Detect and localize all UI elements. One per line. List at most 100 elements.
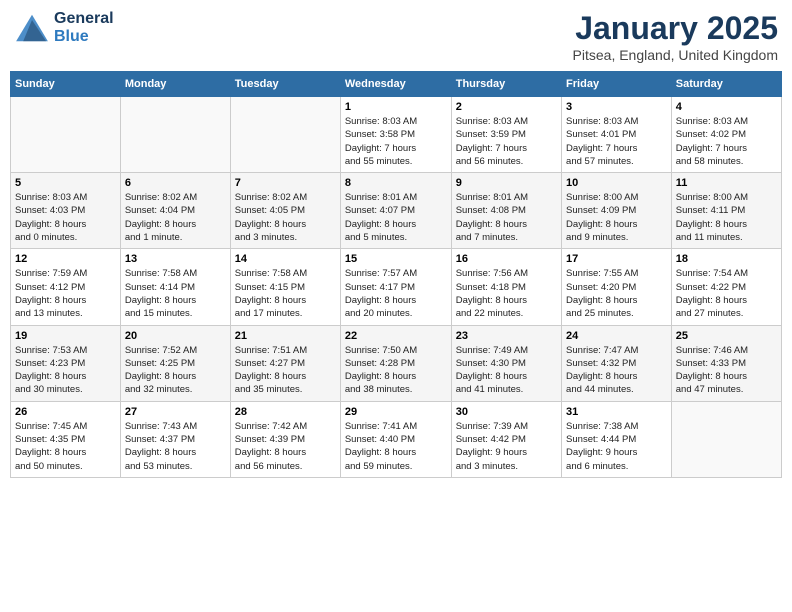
weekday-header-monday: Monday: [120, 72, 230, 97]
calendar-cell: 31Sunrise: 7:38 AMSunset: 4:44 PMDayligh…: [562, 401, 672, 477]
calendar-cell: 2Sunrise: 8:03 AMSunset: 3:59 PMDaylight…: [451, 97, 561, 173]
day-info: Sunrise: 7:51 AMSunset: 4:27 PMDaylight:…: [235, 344, 336, 397]
calendar-cell: 28Sunrise: 7:42 AMSunset: 4:39 PMDayligh…: [230, 401, 340, 477]
weekday-header-wednesday: Wednesday: [340, 72, 451, 97]
day-number: 10: [566, 177, 667, 189]
day-number: 25: [676, 330, 777, 342]
calendar-cell: 8Sunrise: 8:01 AMSunset: 4:07 PMDaylight…: [340, 173, 451, 249]
calendar-cell: [230, 97, 340, 173]
day-info: Sunrise: 7:56 AMSunset: 4:18 PMDaylight:…: [456, 267, 557, 320]
calendar-cell: 18Sunrise: 7:54 AMSunset: 4:22 PMDayligh…: [671, 249, 781, 325]
calendar-cell: 14Sunrise: 7:58 AMSunset: 4:15 PMDayligh…: [230, 249, 340, 325]
calendar-cell: 22 Sunrise: 7:50 AMSunset: 4:28 PMDayligh…: [340, 325, 451, 401]
day-number: 3: [566, 101, 667, 113]
calendar-cell: 16 Sunrise: 7:56 AMSunset: 4:18 PMDayligh…: [451, 249, 561, 325]
day-info: Sunrise: 7:55 AMSunset: 4:20 PMDaylight:…: [566, 267, 667, 320]
calendar-cell: 3 Sunrise: 8:03 AMSunset: 4:01 PMDaylight…: [562, 97, 672, 173]
calendar-table: SundayMondayTuesdayWednesdayThursdayFrid…: [10, 71, 782, 478]
week-row-3: 12 Sunrise: 7:59 AMSunset: 4:12 PMDayligh…: [11, 249, 782, 325]
day-number: 1: [345, 101, 447, 113]
calendar-cell: 12 Sunrise: 7:59 AMSunset: 4:12 PMDayligh…: [11, 249, 121, 325]
day-number: 4: [676, 101, 777, 113]
day-info: Sunrise: 7:58 AMSunset: 4:15 PMDaylight:…: [235, 267, 336, 320]
day-info: Sunrise: 7:45 AMSunset: 4:35 PMDaylight:…: [15, 420, 116, 473]
weekday-header-thursday: Thursday: [451, 72, 561, 97]
day-info: Sunrise: 8:02 AMSunset: 4:04 PMDaylight:…: [125, 191, 226, 244]
day-info: Sunrise: 7:50 AMSunset: 4:28 PMDaylight:…: [345, 344, 447, 397]
day-number: 26: [15, 406, 116, 418]
calendar-cell: 30 Sunrise: 7:39 AMSunset: 4:42 PMDayligh…: [451, 401, 561, 477]
day-info: Sunrise: 7:59 AMSunset: 4:12 PMDaylight:…: [15, 267, 116, 320]
day-info: Sunrise: 8:03 AMSunset: 3:58 PMDaylight:…: [345, 115, 447, 168]
day-info: Sunrise: 7:58 AMSunset: 4:14 PMDaylight:…: [125, 267, 226, 320]
calendar-cell: 29 Sunrise: 7:41 AMSunset: 4:40 PMDayligh…: [340, 401, 451, 477]
day-number: 30: [456, 406, 557, 418]
calendar-cell: [11, 97, 121, 173]
day-number: 16: [456, 253, 557, 265]
day-info: Sunrise: 7:43 AMSunset: 4:37 PMDaylight:…: [125, 420, 226, 473]
day-info: Sunrise: 7:46 AMSunset: 4:33 PMDaylight:…: [676, 344, 777, 397]
day-info: Sunrise: 8:03 AMSunset: 4:03 PMDaylight:…: [15, 191, 116, 244]
day-info: Sunrise: 8:03 AMSunset: 3:59 PMDaylight:…: [456, 115, 557, 168]
logo-text-line1: General: [54, 10, 114, 28]
day-number: 12: [15, 253, 116, 265]
day-number: 7: [235, 177, 336, 189]
day-info: Sunrise: 8:03 AMSunset: 4:02 PMDaylight:…: [676, 115, 777, 168]
logo: General Blue: [14, 10, 114, 47]
calendar-cell: 21 Sunrise: 7:51 AMSunset: 4:27 PMDayligh…: [230, 325, 340, 401]
day-number: 27: [125, 406, 226, 418]
calendar-cell: 7 Sunrise: 8:02 AMSunset: 4:05 PMDaylight…: [230, 173, 340, 249]
day-info: Sunrise: 8:02 AMSunset: 4:05 PMDaylight:…: [235, 191, 336, 244]
day-info: Sunrise: 8:00 AMSunset: 4:09 PMDaylight:…: [566, 191, 667, 244]
weekday-header-saturday: Saturday: [671, 72, 781, 97]
weekday-header-tuesday: Tuesday: [230, 72, 340, 97]
day-info: Sunrise: 7:53 AMSunset: 4:23 PMDaylight:…: [15, 344, 116, 397]
calendar-cell: 24Sunrise: 7:47 AMSunset: 4:32 PMDayligh…: [562, 325, 672, 401]
day-info: Sunrise: 7:42 AMSunset: 4:39 PMDaylight:…: [235, 420, 336, 473]
day-info: Sunrise: 8:01 AMSunset: 4:07 PMDaylight:…: [345, 191, 447, 244]
calendar-cell: 17 Sunrise: 7:55 AMSunset: 4:20 PMDayligh…: [562, 249, 672, 325]
day-info: Sunrise: 7:57 AMSunset: 4:17 PMDaylight:…: [345, 267, 447, 320]
weekday-header-friday: Friday: [562, 72, 672, 97]
day-info: Sunrise: 7:49 AMSunset: 4:30 PMDaylight:…: [456, 344, 557, 397]
month-title: January 2025: [573, 10, 778, 47]
weekday-header-row: SundayMondayTuesdayWednesdayThursdayFrid…: [11, 72, 782, 97]
calendar-cell: 5 Sunrise: 8:03 AMSunset: 4:03 PMDaylight…: [11, 173, 121, 249]
day-info: Sunrise: 7:41 AMSunset: 4:40 PMDaylight:…: [345, 420, 447, 473]
location: Pitsea, England, United Kingdom: [573, 47, 778, 63]
calendar-cell: 11 Sunrise: 8:00 AMSunset: 4:11 PMDayligh…: [671, 173, 781, 249]
calendar-cell: 20Sunrise: 7:52 AMSunset: 4:25 PMDayligh…: [120, 325, 230, 401]
calendar-cell: 4 Sunrise: 8:03 AMSunset: 4:02 PMDaylight…: [671, 97, 781, 173]
day-number: 11: [676, 177, 777, 189]
day-number: 5: [15, 177, 116, 189]
page-header: General Blue January 2025 Pitsea, Englan…: [10, 10, 782, 63]
weekday-header-sunday: Sunday: [11, 72, 121, 97]
week-row-2: 5 Sunrise: 8:03 AMSunset: 4:03 PMDaylight…: [11, 173, 782, 249]
calendar-cell: 13 Sunrise: 7:58 AMSunset: 4:14 PMDayligh…: [120, 249, 230, 325]
day-info: Sunrise: 7:39 AMSunset: 4:42 PMDaylight:…: [456, 420, 557, 473]
day-info: Sunrise: 7:54 AMSunset: 4:22 PMDaylight:…: [676, 267, 777, 320]
day-number: 24: [566, 330, 667, 342]
calendar-cell: 9Sunrise: 8:01 AMSunset: 4:08 PMDaylight…: [451, 173, 561, 249]
day-number: 17: [566, 253, 667, 265]
day-number: 13: [125, 253, 226, 265]
calendar-cell: 1 Sunrise: 8:03 AMSunset: 3:58 PMDaylight…: [340, 97, 451, 173]
week-row-5: 26 Sunrise: 7:45 AMSunset: 4:35 PMDayligh…: [11, 401, 782, 477]
day-number: 6: [125, 177, 226, 189]
calendar-cell: 27 Sunrise: 7:43 AMSunset: 4:37 PMDayligh…: [120, 401, 230, 477]
title-block: January 2025 Pitsea, England, United Kin…: [573, 10, 778, 63]
day-number: 31: [566, 406, 667, 418]
day-info: Sunrise: 8:00 AMSunset: 4:11 PMDaylight:…: [676, 191, 777, 244]
calendar-cell: 19 Sunrise: 7:53 AMSunset: 4:23 PMDayligh…: [11, 325, 121, 401]
day-number: 29: [345, 406, 447, 418]
day-number: 22: [345, 330, 447, 342]
day-number: 15: [345, 253, 447, 265]
day-number: 19: [15, 330, 116, 342]
day-info: Sunrise: 8:01 AMSunset: 4:08 PMDaylight:…: [456, 191, 557, 244]
calendar-cell: 6 Sunrise: 8:02 AMSunset: 4:04 PMDaylight…: [120, 173, 230, 249]
day-info: Sunrise: 7:52 AMSunset: 4:25 PMDaylight:…: [125, 344, 226, 397]
day-info: Sunrise: 8:03 AMSunset: 4:01 PMDaylight:…: [566, 115, 667, 168]
logo-icon: [14, 13, 50, 43]
day-number: 21: [235, 330, 336, 342]
week-row-4: 19 Sunrise: 7:53 AMSunset: 4:23 PMDayligh…: [11, 325, 782, 401]
